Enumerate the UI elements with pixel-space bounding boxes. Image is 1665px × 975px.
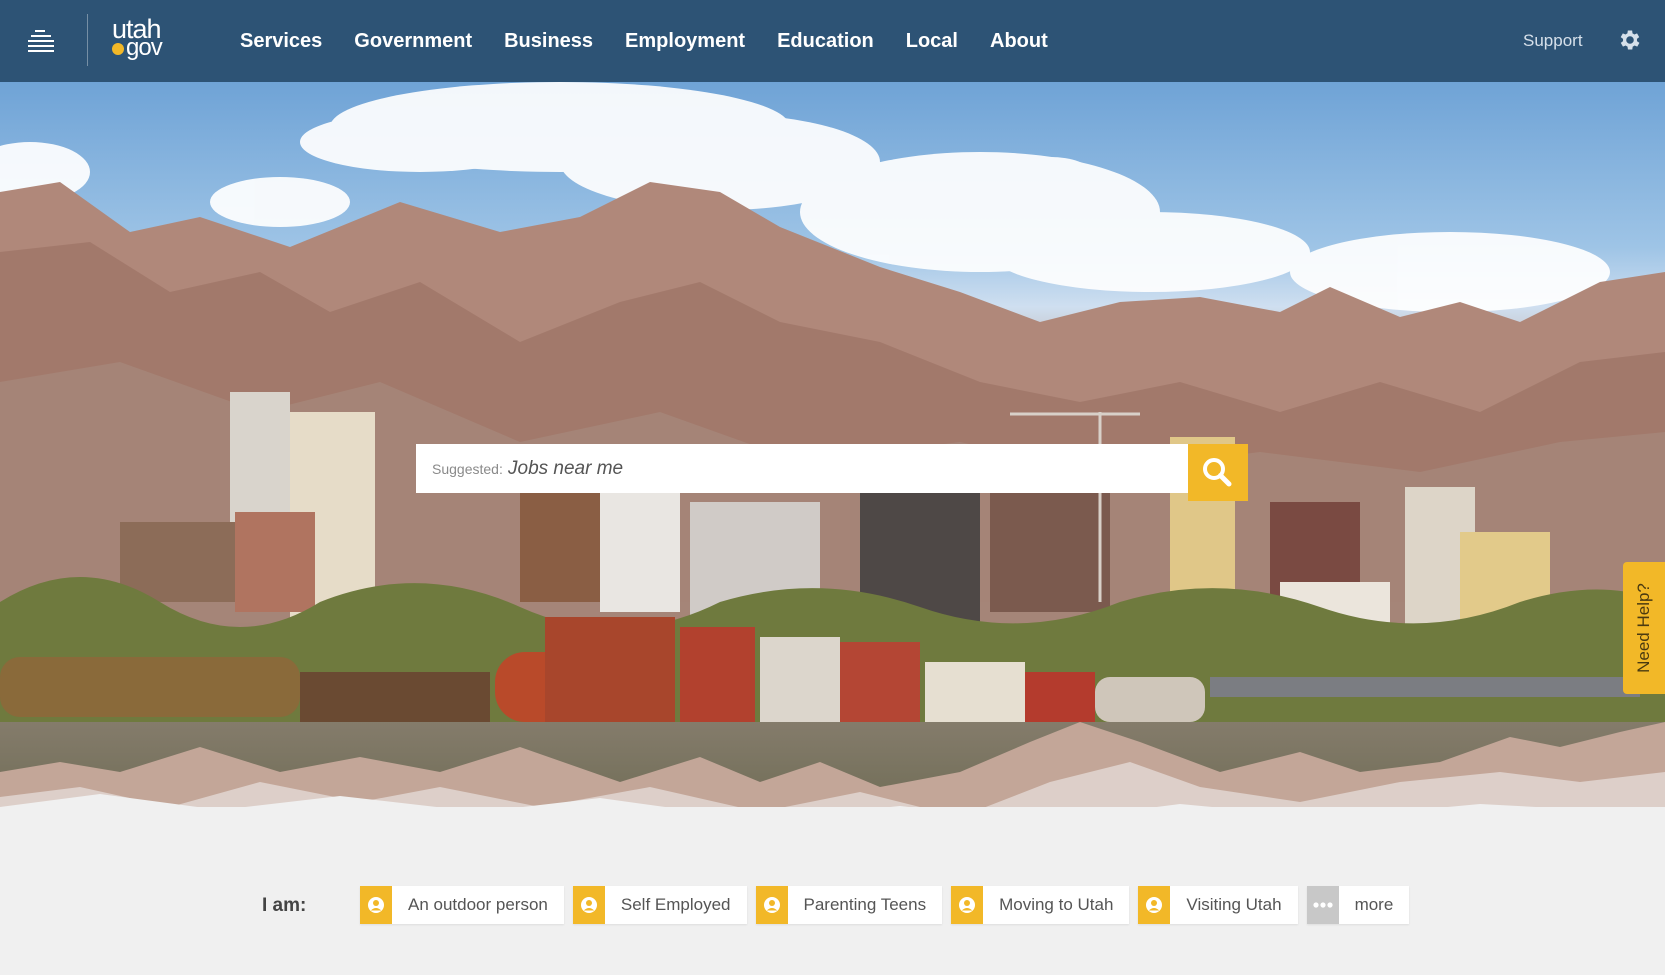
need-help-label: Need Help? — [1634, 583, 1653, 673]
chip-label: Moving to Utah — [999, 895, 1114, 914]
gear-icon[interactable] — [1617, 27, 1643, 53]
ellipsis-icon — [1306, 886, 1339, 924]
main-nav: Services Government Business Employment … — [240, 0, 1080, 82]
person-icon — [1138, 886, 1171, 924]
person-icon — [572, 886, 605, 924]
search-input[interactable] — [508, 453, 1168, 485]
menu-icon[interactable] — [26, 26, 56, 56]
chip-label: Self Employed — [620, 895, 731, 914]
person-icon — [360, 886, 392, 924]
search-button[interactable] — [1188, 444, 1248, 501]
header-divider — [87, 14, 88, 66]
chip-label: Parenting Teens — [803, 895, 927, 914]
search-icon — [1203, 458, 1232, 487]
nav-local[interactable]: Local — [906, 30, 958, 53]
person-icon — [755, 886, 788, 924]
nav-education[interactable]: Education — [777, 30, 874, 53]
search-box: Suggested: — [416, 444, 1188, 493]
search-bar: Suggested: — [416, 444, 1248, 501]
need-help-tab[interactable]: Need Help? — [1623, 562, 1665, 694]
chip-parenting-teens[interactable]: Parenting Teens — [755, 886, 943, 924]
hero-banner: Suggested: Need Help? — [0, 82, 1665, 832]
iam-label: I am: — [262, 895, 307, 916]
logo-dot — [112, 43, 124, 55]
nav-employment[interactable]: Employment — [625, 30, 745, 53]
person-icon — [951, 886, 984, 924]
nav-about[interactable]: About — [990, 30, 1048, 53]
chip-more[interactable]: more — [1306, 886, 1410, 924]
chip-label: more — [1354, 895, 1394, 914]
chip-self-employed[interactable]: Self Employed — [572, 886, 747, 924]
nav-business[interactable]: Business — [504, 30, 593, 53]
support-link[interactable]: Support — [1523, 31, 1583, 51]
chip-label: An outdoor person — [408, 895, 548, 914]
logo-gov-text: gov — [126, 34, 163, 61]
chip-moving-to-utah[interactable]: Moving to Utah — [951, 886, 1130, 924]
top-navigation-bar: utah gov Services Government Business Em… — [0, 0, 1665, 82]
chip-visiting-utah[interactable]: Visiting Utah — [1138, 886, 1298, 924]
iam-chips: An outdoor person Self Employed Parentin… — [360, 886, 1418, 924]
nav-government[interactable]: Government — [354, 30, 472, 53]
chip-label: Visiting Utah — [1186, 895, 1282, 914]
nav-services[interactable]: Services — [240, 30, 322, 53]
search-suggested-label: Suggested: — [432, 461, 503, 477]
utah-gov-logo[interactable]: utah gov — [110, 16, 172, 66]
chip-outdoor-person[interactable]: An outdoor person — [360, 886, 564, 924]
